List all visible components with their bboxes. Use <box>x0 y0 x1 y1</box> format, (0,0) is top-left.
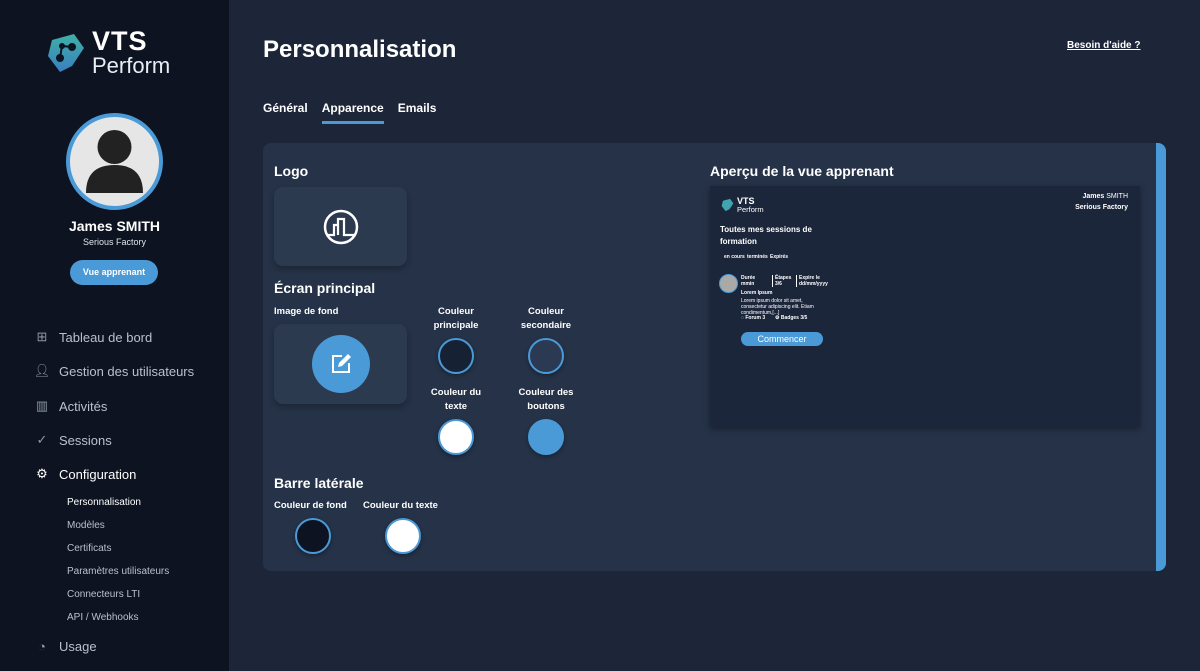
user-silhouette-icon <box>86 130 143 193</box>
preview-forum: ◌ Forum 3 <box>741 315 766 321</box>
page-title: Personnalisation <box>263 36 457 63</box>
subnav-certificats[interactable]: Certificats <box>67 543 111 554</box>
preview-session-thumb <box>719 274 738 293</box>
preview-filter: en cours <box>724 254 745 260</box>
help-link[interactable]: Besoin d'aide ? <box>1067 40 1141 51</box>
preview-title: Aperçu de la vue apprenant <box>710 163 894 179</box>
text-color-label: Couleur du texte <box>430 387 482 412</box>
gear-icon: ⚙ <box>36 466 48 481</box>
preview-badges: ⚙ Badges 3/5 <box>775 315 808 321</box>
preview-brand: VTS Perform <box>721 197 764 214</box>
learner-view-button[interactable]: Vue apprenant <box>70 260 158 285</box>
nav-label: Configuration <box>59 466 137 482</box>
subnav-user-settings[interactable]: Paramètres utilisateurs <box>67 566 169 577</box>
nav-sessions[interactable]: ✓ Sessions <box>34 432 112 448</box>
gauge-icon: ◔ <box>38 638 46 654</box>
appearance-card: Logo Écran principal Image de fond Coule… <box>263 143 1166 571</box>
logo-title: Logo <box>274 163 309 179</box>
nav-label: Gestion des utilisateurs <box>59 363 195 379</box>
sidebar: VTS Perform James SMITH Serious Factory V… <box>0 0 229 671</box>
avatar[interactable] <box>66 113 163 210</box>
company-logo-icon <box>323 209 359 245</box>
nav-activities[interactable]: ▥ Activités <box>34 398 108 414</box>
brand-subname: Perform <box>92 53 171 78</box>
nav-label: Sessions <box>59 432 112 448</box>
secondary-color-swatch[interactable] <box>528 338 564 374</box>
preview-brand-subname: Perform <box>737 205 764 214</box>
sidebar-title: Barre latérale <box>274 475 364 491</box>
brand-logo-icon <box>48 33 84 72</box>
nav-dashboard[interactable]: ⊞ Tableau de bord <box>34 329 153 345</box>
bg-image-label: Image de fond <box>274 306 339 317</box>
nav-users[interactable]: 👤︎ Gestion des utilisateurs <box>34 363 194 379</box>
user-name: James SMITH <box>68 218 161 234</box>
tab-general[interactable]: Général <box>263 101 308 124</box>
sidebar-text-label: Couleur du texte <box>363 500 438 511</box>
preview-filter: terminés <box>747 254 768 260</box>
preview-session-desc: Lorem ipsum dolor sit amet, consectetur … <box>741 298 814 316</box>
learner-preview: VTS Perform James SMITH Serious Factory To… <box>710 186 1140 427</box>
button-color-label: Couleur des boutons <box>518 387 574 412</box>
preview-duration: Durée mmin <box>741 275 756 287</box>
preview-session-name: Lorem Ipsum <box>741 290 773 296</box>
preview-user: James SMITH Serious Factory <box>1075 191 1128 213</box>
preview-org: Serious Factory <box>1075 204 1128 211</box>
preview-start-button[interactable]: Commencer <box>741 332 823 346</box>
user-icon: 👤︎ <box>33 363 51 378</box>
brand-logo[interactable]: VTS Perform <box>46 28 170 77</box>
sidebar-bg-swatch[interactable] <box>295 518 331 554</box>
nav-label: Tableau de bord <box>59 329 153 345</box>
sidebar-bg-label: Couleur de fond <box>274 500 347 511</box>
preview-forum-label: Forum 3 <box>745 315 766 321</box>
subnav-api[interactable]: API / Webhooks <box>67 612 139 623</box>
main-screen-title: Écran principal <box>274 280 376 296</box>
nav-label: Usage <box>59 638 97 654</box>
subnav-personnalisation[interactable]: Personnalisation <box>67 497 141 508</box>
tabs: Général Apparence Emails <box>263 101 436 124</box>
sidebar-text-swatch[interactable] <box>385 518 421 554</box>
edit-bg-image-button[interactable] <box>312 335 370 393</box>
route-icon: ✓ <box>36 432 48 447</box>
preview-expires: Expire le dd/mm/yyyy <box>796 275 828 287</box>
preview-user-last: SMITH <box>1106 193 1128 200</box>
preview-filter: Expirés <box>770 254 789 260</box>
tab-appearance[interactable]: Apparence <box>321 101 384 124</box>
dashboard-icon: ⊞ <box>36 329 48 344</box>
library-icon: ▥ <box>35 398 49 413</box>
brand-name: VTS <box>92 26 148 56</box>
preview-steps: Étapes 3/6 <box>772 275 797 287</box>
preview-heading: Toutes mes sessions de formation <box>720 225 812 246</box>
nav-label: Activités <box>59 398 108 414</box>
subnav-lti[interactable]: Connecteurs LTI <box>67 589 140 600</box>
button-color-swatch[interactable] <box>528 419 564 455</box>
nav-configuration[interactable]: ⚙ Configuration <box>34 466 136 482</box>
secondary-color-label: Couleur secondaire <box>520 306 572 331</box>
user-org: Serious Factory <box>82 237 147 247</box>
nav-usage[interactable]: ◔ Usage <box>34 638 97 654</box>
bg-image-upload <box>274 324 407 404</box>
tab-emails[interactable]: Emails <box>398 101 437 124</box>
edit-icon <box>332 354 351 373</box>
logo-upload[interactable] <box>274 187 407 266</box>
preview-user-first: James <box>1082 193 1105 200</box>
primary-color-swatch[interactable] <box>438 338 474 374</box>
subnav-modeles[interactable]: Modèles <box>67 520 105 531</box>
primary-color-label: Couleur principale <box>433 306 479 331</box>
preview-badges-label: Badges 3/5 <box>780 315 808 321</box>
preview-brand-icon <box>721 199 734 212</box>
text-color-swatch[interactable] <box>438 419 474 455</box>
